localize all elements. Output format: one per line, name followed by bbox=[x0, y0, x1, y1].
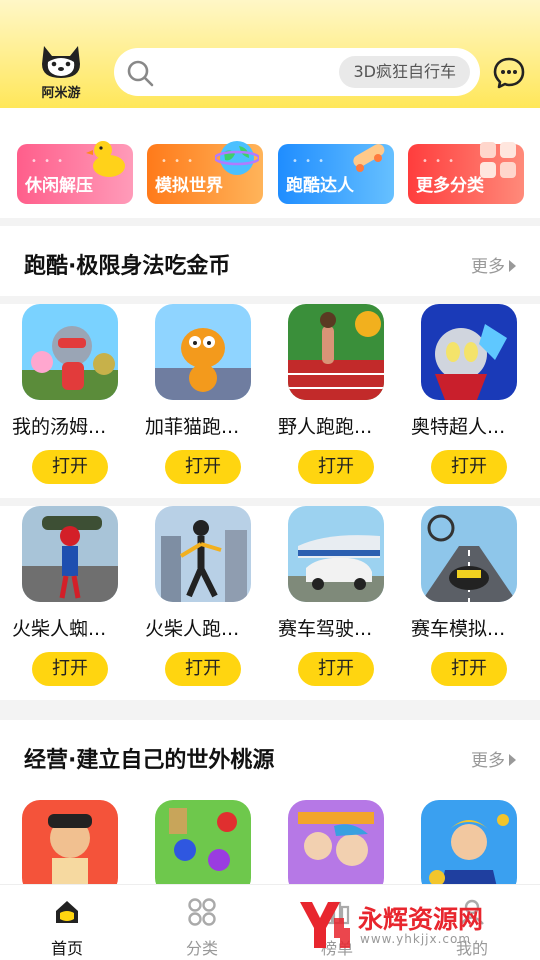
game-name: 野人跑跑... bbox=[278, 416, 373, 438]
category-label: 模拟世界 bbox=[155, 176, 223, 196]
game-icon bbox=[22, 800, 118, 896]
category-label: 休闲解压 bbox=[25, 176, 93, 196]
game-icon bbox=[288, 800, 384, 896]
game-icon bbox=[421, 304, 517, 400]
game-icon bbox=[22, 304, 118, 400]
category-label: 跑酷达人 bbox=[286, 176, 354, 196]
decor-dots: • • • bbox=[31, 156, 66, 167]
game-name: 奥特超人... bbox=[411, 416, 506, 438]
game-name: 赛车驾驶... bbox=[278, 618, 373, 640]
search-suggestion-chip[interactable]: 3D疯狂自行车 bbox=[339, 56, 470, 88]
open-button[interactable]: 打开 bbox=[165, 652, 241, 686]
arrow-right-icon bbox=[509, 260, 516, 272]
grid-icon bbox=[188, 898, 216, 926]
arrow-right-icon bbox=[509, 754, 516, 766]
open-button[interactable]: 打开 bbox=[431, 652, 507, 686]
category-parkour[interactable]: • • • 跑酷达人 bbox=[278, 144, 394, 204]
tab-label: 分类 bbox=[185, 939, 218, 958]
game-icon bbox=[288, 506, 384, 602]
game-name: 加菲猫跑... bbox=[145, 416, 240, 438]
logo-text: 阿米游 bbox=[41, 86, 81, 101]
category-simulation[interactable]: • • • 模拟世界 bbox=[147, 141, 263, 204]
header: 阿米游 3D疯狂自行车 bbox=[0, 0, 540, 108]
tab-category[interactable]: 分类 bbox=[162, 897, 242, 959]
section-more-link[interactable]: 更多 bbox=[471, 746, 516, 771]
section-parkour-header: 跑酷·极限身法吃金币 更多 bbox=[0, 226, 540, 296]
section-more-link[interactable]: 更多 bbox=[471, 252, 516, 277]
search-icon bbox=[127, 60, 154, 87]
game-name: 赛车模拟... bbox=[411, 618, 506, 640]
game-row: 我的汤姆... 打开 加菲猫跑... 打开 野人跑跑... 打开 奥特超人...… bbox=[0, 304, 540, 498]
section-management: 经营·建立自己的世外桃源 更多 bbox=[0, 720, 540, 896]
decor-dots: • • • bbox=[161, 156, 196, 167]
watermark-text: 永辉资源网 bbox=[358, 905, 484, 934]
message-icon[interactable] bbox=[492, 56, 526, 90]
game-row: 火柴人蜘... 打开 火柴人跑... 打开 赛车驾驶... 打开 赛车模拟...… bbox=[0, 506, 540, 700]
section-title: 经营·建立自己的世外桃源 bbox=[24, 748, 275, 773]
game-icon bbox=[155, 800, 251, 896]
watermark: 永辉资源网 www.yhkjjx.com bbox=[296, 898, 526, 952]
category-more[interactable]: • • • 更多分类 bbox=[408, 142, 524, 204]
watermark-url: www.yhkjjx.com bbox=[360, 932, 472, 946]
game-name: 我的汤姆... bbox=[12, 416, 107, 438]
open-button[interactable]: 打开 bbox=[431, 450, 507, 484]
open-button[interactable]: 打开 bbox=[32, 652, 108, 686]
category-label: 更多分类 bbox=[416, 176, 484, 196]
search-bar[interactable]: 3D疯狂自行车 bbox=[114, 48, 480, 96]
category-casual[interactable]: • • • 休闲解压 bbox=[17, 141, 133, 204]
game-icon bbox=[22, 506, 118, 602]
open-button[interactable]: 打开 bbox=[298, 450, 374, 484]
decor-dots: • • • bbox=[292, 156, 327, 167]
game-icon bbox=[421, 506, 517, 602]
category-row: • • • 休闲解压 • • • 模拟世界 • • • 跑酷达人 • • • 更… bbox=[0, 108, 540, 218]
decor-dots: • • • bbox=[422, 156, 457, 167]
section-title: 跑酷·极限身法吃金币 bbox=[24, 254, 231, 279]
game-icon bbox=[288, 304, 384, 400]
open-button[interactable]: 打开 bbox=[32, 450, 108, 484]
game-name: 火柴人蜘... bbox=[12, 618, 107, 640]
tab-label: 首页 bbox=[50, 939, 83, 958]
game-name: 火柴人跑... bbox=[145, 618, 240, 640]
game-icon bbox=[155, 506, 251, 602]
game-icon bbox=[155, 304, 251, 400]
home-icon bbox=[56, 901, 78, 923]
open-button[interactable]: 打开 bbox=[165, 450, 241, 484]
watermark-logo-icon bbox=[300, 902, 350, 948]
app-logo[interactable]: 阿米游 bbox=[30, 42, 92, 102]
game-icon bbox=[421, 800, 517, 896]
husky-logo-icon bbox=[42, 46, 80, 78]
more-label: 更多 bbox=[471, 751, 505, 771]
open-button[interactable]: 打开 bbox=[298, 652, 374, 686]
tab-home[interactable]: 首页 bbox=[27, 897, 107, 959]
more-label: 更多 bbox=[471, 257, 505, 277]
